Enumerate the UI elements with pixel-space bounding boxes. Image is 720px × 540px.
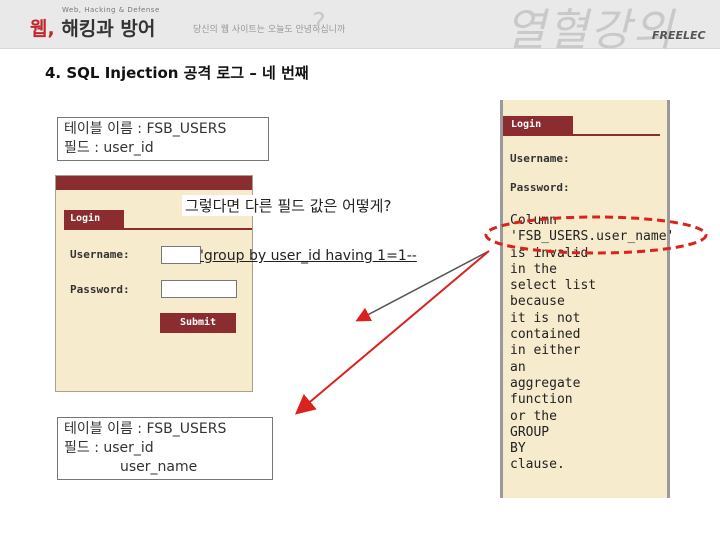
arrow-to-note (294, 250, 490, 415)
arrow-to-payload (355, 250, 490, 322)
highlight-ellipse (484, 215, 708, 255)
annotation-overlay (294, 215, 708, 415)
